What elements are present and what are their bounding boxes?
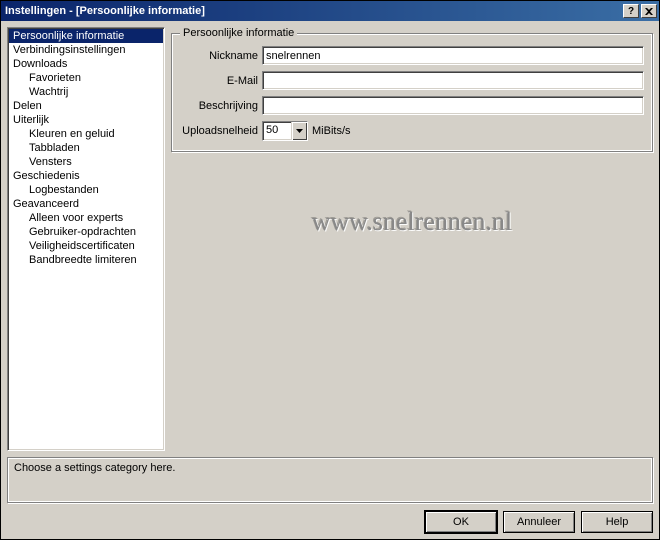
- description-row: Beschrijving: [180, 96, 644, 115]
- window-body: Persoonlijke informatieVerbindingsinstel…: [1, 21, 659, 539]
- sidebar-item[interactable]: Geavanceerd: [9, 197, 163, 211]
- email-row: E-Mail: [180, 71, 644, 90]
- sidebar-item[interactable]: Wachtrij: [9, 85, 163, 99]
- upload-row: Uploadsnelheid 50 MiBits/s: [180, 121, 644, 141]
- sidebar-item[interactable]: Vensters: [9, 155, 163, 169]
- upload-label: Uploadsnelheid: [180, 125, 262, 137]
- upper-area: Persoonlijke informatieVerbindingsinstel…: [7, 27, 653, 451]
- nickname-row: Nickname: [180, 46, 644, 65]
- nickname-label: Nickname: [180, 50, 262, 62]
- sidebar-item[interactable]: Persoonlijke informatie: [9, 29, 163, 43]
- sidebar-item[interactable]: Geschiedenis: [9, 169, 163, 183]
- hint-text: Choose a settings category here.: [14, 462, 175, 474]
- email-input[interactable]: [262, 71, 644, 90]
- hint-box: Choose a settings category here.: [7, 457, 653, 503]
- description-label: Beschrijving: [180, 100, 262, 112]
- close-button[interactable]: [641, 4, 657, 18]
- watermark-text: www.snelrennen.nl: [312, 207, 512, 237]
- personal-info-group: Persoonlijke informatie Nickname E-Mail …: [171, 33, 653, 152]
- titlebar: Instellingen - [Persoonlijke informatie]…: [1, 1, 659, 21]
- nickname-input[interactable]: [262, 46, 644, 65]
- settings-window: Instellingen - [Persoonlijke informatie]…: [0, 0, 660, 540]
- email-label: E-Mail: [180, 75, 262, 87]
- sidebar-item[interactable]: Kleuren en geluid: [9, 127, 163, 141]
- main-pane: Persoonlijke informatie Nickname E-Mail …: [171, 27, 653, 451]
- chevron-down-icon[interactable]: [291, 122, 307, 140]
- sidebar-item[interactable]: Delen: [9, 99, 163, 113]
- ok-button[interactable]: OK: [425, 511, 497, 533]
- sidebar-item[interactable]: Logbestanden: [9, 183, 163, 197]
- cancel-button[interactable]: Annuleer: [503, 511, 575, 533]
- sidebar-item[interactable]: Tabbladen: [9, 141, 163, 155]
- sidebar-item[interactable]: Bandbreedte limiteren: [9, 253, 163, 267]
- help-button[interactable]: ?: [623, 4, 639, 18]
- description-input[interactable]: [262, 96, 644, 115]
- sidebar-item[interactable]: Gebruiker-opdrachten: [9, 225, 163, 239]
- sidebar-item[interactable]: Verbindingsinstellingen: [9, 43, 163, 57]
- sidebar-item[interactable]: Downloads: [9, 57, 163, 71]
- upload-speed-combo[interactable]: 50: [262, 121, 308, 141]
- sidebar-item[interactable]: Veiligheidscertificaten: [9, 239, 163, 253]
- sidebar-item[interactable]: Alleen voor experts: [9, 211, 163, 225]
- sidebar-item[interactable]: Uiterlijk: [9, 113, 163, 127]
- sidebar-item[interactable]: Favorieten: [9, 71, 163, 85]
- footer-buttons: OK Annuleer Help: [7, 509, 653, 533]
- window-title: Instellingen - [Persoonlijke informatie]: [5, 5, 621, 17]
- category-sidebar[interactable]: Persoonlijke informatieVerbindingsinstel…: [7, 27, 165, 451]
- upload-speed-value: 50: [263, 122, 291, 140]
- group-legend: Persoonlijke informatie: [180, 27, 297, 39]
- upload-unit: MiBits/s: [312, 125, 351, 137]
- help-footer-button[interactable]: Help: [581, 511, 653, 533]
